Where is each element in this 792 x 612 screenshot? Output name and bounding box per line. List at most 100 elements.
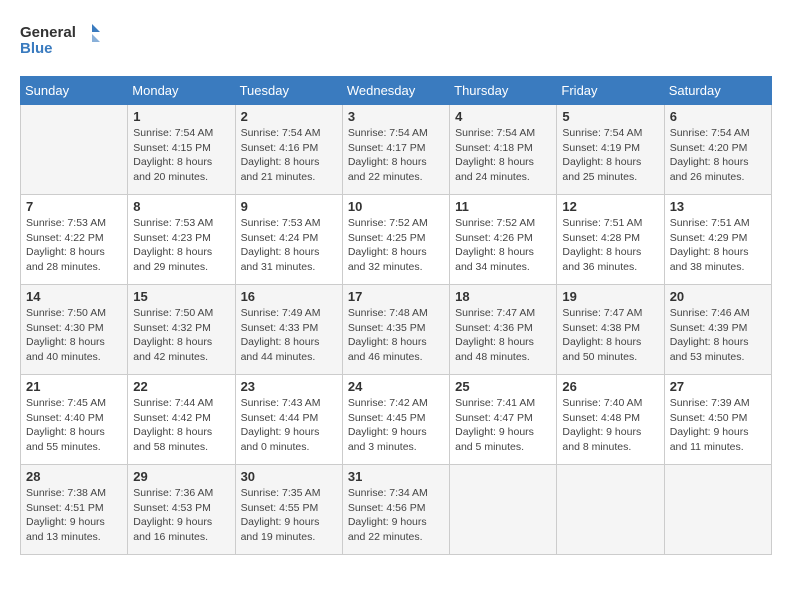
day-number: 31 (348, 469, 444, 484)
calendar-cell: 21 Sunrise: 7:45 AM Sunset: 4:40 PM Dayl… (21, 375, 128, 465)
day-number: 15 (133, 289, 229, 304)
calendar-cell: 16 Sunrise: 7:49 AM Sunset: 4:33 PM Dayl… (235, 285, 342, 375)
day-number: 14 (26, 289, 122, 304)
daylight-label: Daylight: 8 hours and 31 minutes. (241, 246, 320, 273)
day-number: 25 (455, 379, 551, 394)
calendar-week-row: 28 Sunrise: 7:38 AM Sunset: 4:51 PM Dayl… (21, 465, 772, 555)
daylight-label: Daylight: 9 hours and 11 minutes. (670, 426, 749, 453)
daylight-label: Daylight: 8 hours and 44 minutes. (241, 336, 320, 363)
day-info: Sunrise: 7:53 AM Sunset: 4:23 PM Dayligh… (133, 216, 229, 275)
day-info: Sunrise: 7:50 AM Sunset: 4:30 PM Dayligh… (26, 306, 122, 365)
day-info: Sunrise: 7:35 AM Sunset: 4:55 PM Dayligh… (241, 486, 337, 545)
daylight-label: Daylight: 8 hours and 32 minutes. (348, 246, 427, 273)
calendar-cell: 4 Sunrise: 7:54 AM Sunset: 4:18 PM Dayli… (450, 105, 557, 195)
svg-text:General: General (20, 24, 76, 41)
day-number: 26 (562, 379, 658, 394)
sunset-label: Sunset: 4:22 PM (26, 232, 104, 244)
calendar-cell: 24 Sunrise: 7:42 AM Sunset: 4:45 PM Dayl… (342, 375, 449, 465)
day-info: Sunrise: 7:53 AM Sunset: 4:24 PM Dayligh… (241, 216, 337, 275)
calendar-week-row: 7 Sunrise: 7:53 AM Sunset: 4:22 PM Dayli… (21, 195, 772, 285)
sunset-label: Sunset: 4:38 PM (562, 322, 640, 334)
day-info: Sunrise: 7:42 AM Sunset: 4:45 PM Dayligh… (348, 396, 444, 455)
day-info: Sunrise: 7:53 AM Sunset: 4:22 PM Dayligh… (26, 216, 122, 275)
sunset-label: Sunset: 4:40 PM (26, 412, 104, 424)
sunset-label: Sunset: 4:19 PM (562, 142, 640, 154)
calendar-cell (21, 105, 128, 195)
sunset-label: Sunset: 4:39 PM (670, 322, 748, 334)
day-info: Sunrise: 7:54 AM Sunset: 4:18 PM Dayligh… (455, 126, 551, 185)
logo: General Blue (20, 20, 100, 60)
calendar-cell: 25 Sunrise: 7:41 AM Sunset: 4:47 PM Dayl… (450, 375, 557, 465)
day-info: Sunrise: 7:54 AM Sunset: 4:19 PM Dayligh… (562, 126, 658, 185)
daylight-label: Daylight: 8 hours and 48 minutes. (455, 336, 534, 363)
calendar-cell: 19 Sunrise: 7:47 AM Sunset: 4:38 PM Dayl… (557, 285, 664, 375)
day-number: 24 (348, 379, 444, 394)
weekday-header: Wednesday (342, 77, 449, 105)
daylight-label: Daylight: 9 hours and 5 minutes. (455, 426, 534, 453)
day-number: 1 (133, 109, 229, 124)
day-number: 17 (348, 289, 444, 304)
sunrise-label: Sunrise: 7:52 AM (348, 217, 428, 229)
day-info: Sunrise: 7:54 AM Sunset: 4:20 PM Dayligh… (670, 126, 766, 185)
calendar-cell (557, 465, 664, 555)
day-info: Sunrise: 7:50 AM Sunset: 4:32 PM Dayligh… (133, 306, 229, 365)
sunset-label: Sunset: 4:16 PM (241, 142, 319, 154)
day-info: Sunrise: 7:45 AM Sunset: 4:40 PM Dayligh… (26, 396, 122, 455)
sunrise-label: Sunrise: 7:39 AM (670, 397, 750, 409)
sunset-label: Sunset: 4:42 PM (133, 412, 211, 424)
weekday-header: Sunday (21, 77, 128, 105)
sunset-label: Sunset: 4:29 PM (670, 232, 748, 244)
day-info: Sunrise: 7:36 AM Sunset: 4:53 PM Dayligh… (133, 486, 229, 545)
daylight-label: Daylight: 8 hours and 46 minutes. (348, 336, 427, 363)
calendar-cell: 7 Sunrise: 7:53 AM Sunset: 4:22 PM Dayli… (21, 195, 128, 285)
sunrise-label: Sunrise: 7:54 AM (241, 127, 321, 139)
day-number: 2 (241, 109, 337, 124)
day-number: 3 (348, 109, 444, 124)
sunset-label: Sunset: 4:35 PM (348, 322, 426, 334)
sunrise-label: Sunrise: 7:51 AM (562, 217, 642, 229)
day-number: 4 (455, 109, 551, 124)
sunrise-label: Sunrise: 7:54 AM (348, 127, 428, 139)
sunset-label: Sunset: 4:50 PM (670, 412, 748, 424)
day-number: 5 (562, 109, 658, 124)
calendar-cell: 23 Sunrise: 7:43 AM Sunset: 4:44 PM Dayl… (235, 375, 342, 465)
sunset-label: Sunset: 4:25 PM (348, 232, 426, 244)
sunset-label: Sunset: 4:26 PM (455, 232, 533, 244)
calendar-cell: 2 Sunrise: 7:54 AM Sunset: 4:16 PM Dayli… (235, 105, 342, 195)
day-info: Sunrise: 7:51 AM Sunset: 4:28 PM Dayligh… (562, 216, 658, 275)
day-info: Sunrise: 7:39 AM Sunset: 4:50 PM Dayligh… (670, 396, 766, 455)
sunrise-label: Sunrise: 7:36 AM (133, 487, 213, 499)
day-number: 11 (455, 199, 551, 214)
sunset-label: Sunset: 4:17 PM (348, 142, 426, 154)
calendar-cell: 13 Sunrise: 7:51 AM Sunset: 4:29 PM Dayl… (664, 195, 771, 285)
daylight-label: Daylight: 8 hours and 36 minutes. (562, 246, 641, 273)
day-number: 19 (562, 289, 658, 304)
sunset-label: Sunset: 4:15 PM (133, 142, 211, 154)
daylight-label: Daylight: 9 hours and 13 minutes. (26, 516, 105, 543)
daylight-label: Daylight: 9 hours and 16 minutes. (133, 516, 212, 543)
sunset-label: Sunset: 4:33 PM (241, 322, 319, 334)
day-number: 8 (133, 199, 229, 214)
daylight-label: Daylight: 9 hours and 3 minutes. (348, 426, 427, 453)
daylight-label: Daylight: 8 hours and 20 minutes. (133, 156, 212, 183)
day-number: 29 (133, 469, 229, 484)
day-info: Sunrise: 7:51 AM Sunset: 4:29 PM Dayligh… (670, 216, 766, 275)
daylight-label: Daylight: 8 hours and 40 minutes. (26, 336, 105, 363)
sunset-label: Sunset: 4:53 PM (133, 502, 211, 514)
calendar-cell: 1 Sunrise: 7:54 AM Sunset: 4:15 PM Dayli… (128, 105, 235, 195)
day-info: Sunrise: 7:47 AM Sunset: 4:36 PM Dayligh… (455, 306, 551, 365)
sunset-label: Sunset: 4:56 PM (348, 502, 426, 514)
sunrise-label: Sunrise: 7:38 AM (26, 487, 106, 499)
calendar-cell: 28 Sunrise: 7:38 AM Sunset: 4:51 PM Dayl… (21, 465, 128, 555)
day-number: 28 (26, 469, 122, 484)
daylight-label: Daylight: 8 hours and 21 minutes. (241, 156, 320, 183)
calendar-cell: 3 Sunrise: 7:54 AM Sunset: 4:17 PM Dayli… (342, 105, 449, 195)
day-info: Sunrise: 7:40 AM Sunset: 4:48 PM Dayligh… (562, 396, 658, 455)
sunrise-label: Sunrise: 7:46 AM (670, 307, 750, 319)
calendar-header-row: SundayMondayTuesdayWednesdayThursdayFrid… (21, 77, 772, 105)
sunrise-label: Sunrise: 7:54 AM (455, 127, 535, 139)
calendar-cell: 29 Sunrise: 7:36 AM Sunset: 4:53 PM Dayl… (128, 465, 235, 555)
sunrise-label: Sunrise: 7:49 AM (241, 307, 321, 319)
calendar-cell: 20 Sunrise: 7:46 AM Sunset: 4:39 PM Dayl… (664, 285, 771, 375)
calendar-cell: 9 Sunrise: 7:53 AM Sunset: 4:24 PM Dayli… (235, 195, 342, 285)
